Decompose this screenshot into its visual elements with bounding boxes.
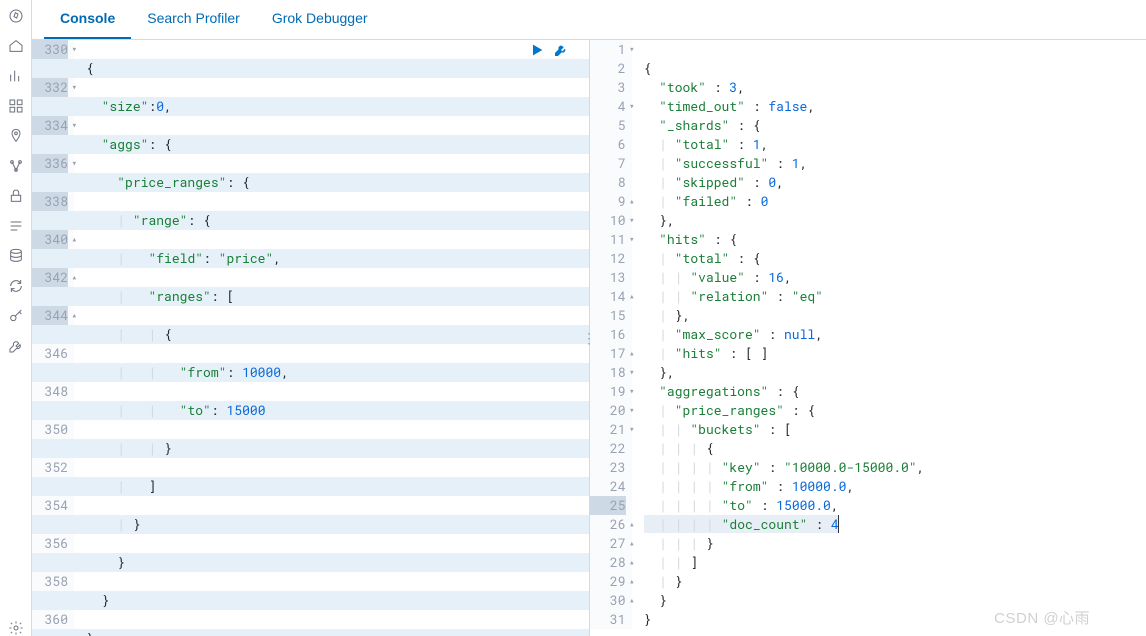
request-editor[interactable]: 3303313323333343353363373383393403413423… (32, 40, 590, 636)
dev-tools-tabs: Console Search Profiler Grok Debugger (32, 0, 1146, 40)
response-viewer[interactable]: 1234567891011121314151617181920212223242… (590, 40, 1146, 636)
tab-grok-debugger[interactable]: Grok Debugger (256, 0, 384, 39)
refresh-icon[interactable] (8, 278, 24, 294)
tab-console[interactable]: Console (44, 0, 131, 39)
pin-icon[interactable] (8, 128, 24, 144)
wrench-action-icon[interactable] (553, 42, 569, 58)
right-code: { "took" : 3, "timed_out" : false, "_sha… (632, 40, 1146, 636)
play-icon[interactable] (529, 42, 545, 58)
request-actions (529, 42, 569, 58)
app-root: Console Search Profiler Grok Debugger 33… (0, 0, 1146, 636)
main-content: Console Search Profiler Grok Debugger 33… (32, 0, 1146, 636)
gear-icon[interactable] (8, 620, 24, 636)
chart-icon[interactable] (8, 68, 24, 84)
editor-panes: 3303313323333343353363373383393403413423… (32, 40, 1146, 636)
database-icon[interactable] (8, 248, 24, 264)
key-icon[interactable] (8, 308, 24, 324)
pane-resize-handle[interactable]: ⋮ (584, 328, 594, 348)
left-nav-rail (0, 0, 32, 636)
dashboard-icon[interactable] (8, 98, 24, 114)
left-code[interactable]: { "size":0, "aggs": { "price_ranges": { … (74, 40, 589, 636)
home-icon[interactable] (8, 38, 24, 54)
lock-icon[interactable] (8, 188, 24, 204)
wrench-icon[interactable] (8, 338, 24, 354)
compass-icon[interactable] (8, 8, 24, 24)
list-icon[interactable] (8, 218, 24, 234)
graph-icon[interactable] (8, 158, 24, 174)
tab-search-profiler[interactable]: Search Profiler (131, 0, 256, 39)
